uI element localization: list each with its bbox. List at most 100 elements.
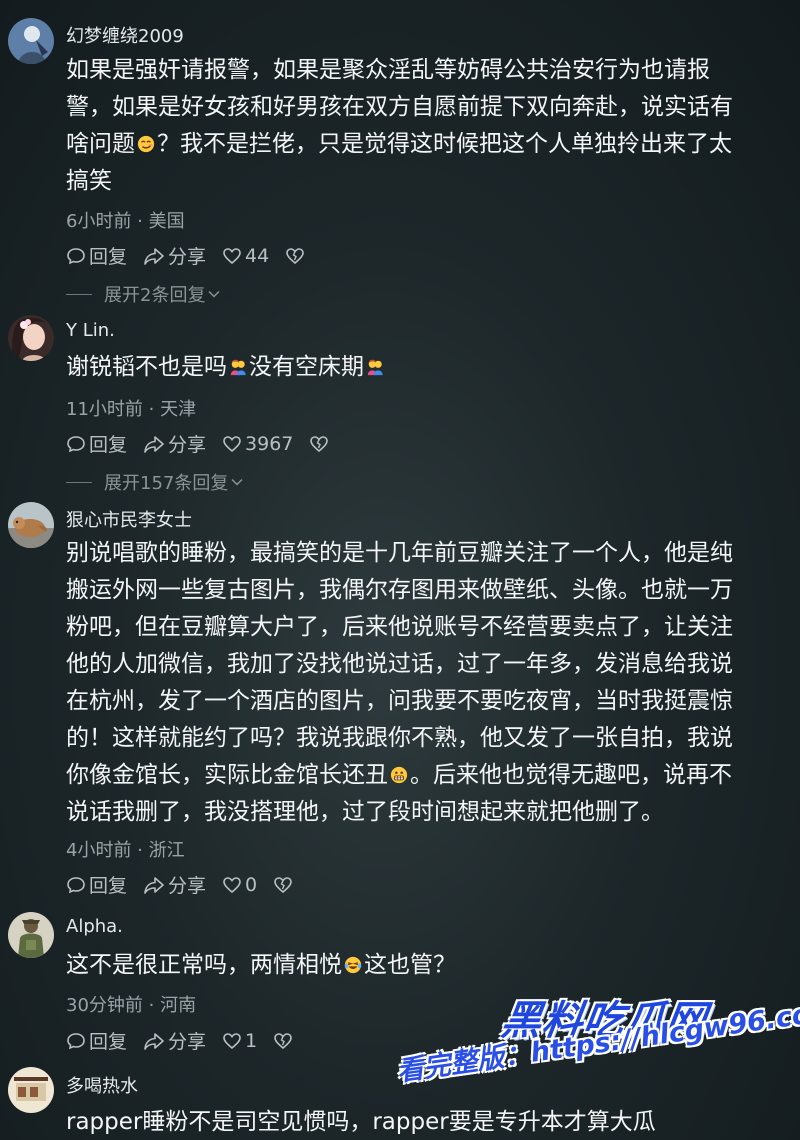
dislike-button[interactable] [273,875,293,895]
action-bar: 回复 分享 3967 [66,430,329,457]
watermark: 黑料吃瓜网 看完整版：https://hlcgw96.com [394,988,800,1118]
expand-replies[interactable]: 展开2条回复 [66,281,221,307]
reply-label: 回复 [89,434,128,456]
comment-fragment: 啥问题 [66,131,135,157]
username[interactable]: 狠心市民李女士 [66,506,192,532]
share-button[interactable]: 分享 [143,1027,206,1054]
chevron-down-icon [208,290,220,298]
like-count: 44 [245,244,270,267]
comment-line: 搬运外网一些复古图片，我偶尔存图用来做壁纸、头像。也就一万 [66,577,733,603]
heart-icon [223,247,241,264]
username[interactable]: Y Lin. [66,320,115,341]
avatar[interactable] [8,912,54,958]
comment-fragment: 你像金馆长，实际比金馆长还丑 [66,762,388,788]
share-icon [144,247,164,265]
share-button[interactable]: 分享 [143,430,206,457]
action-bar: 回复 分享 44 [66,242,305,269]
comment-line: 在杭州，发了一个酒店的图片，问我要不要吃夜宵，当时我挺震惊 [66,688,733,714]
share-label: 分享 [168,434,207,456]
comment-line: 谢锐韬不也是吗 没有空床期 [66,349,796,386]
like-count: 0 [245,873,258,896]
comment-line: 说话我删了，我没搭理他，过了段时间想起来就把他删了。 [66,799,664,825]
avatar[interactable] [8,18,54,64]
broken-heart-icon [310,435,329,452]
username[interactable]: 幻梦缠绕2009 [66,22,184,48]
reply-label: 回复 [89,875,128,897]
reply-label: 回复 [89,1031,128,1053]
share-label: 分享 [168,1031,207,1053]
like-count: 1 [245,1029,258,1052]
comment-line: 如果是强奸请报警，如果是聚众淫乱等妨碍公共治安行为也请报 [66,57,710,83]
comment-line: 你像金馆长，实际比金馆长还丑 。后来他也觉得无趣吧，说再不 [66,757,796,794]
couple-emoji [230,359,246,376]
comment-line: 他的人加微信，我加了没找他说过话，过了一年多，发消息给我说 [66,651,733,677]
comment-line: 别说唱歌的睡粉，最搞笑的是十几年前豆瓣关注了一个人，他是纯 [66,540,733,566]
reply-icon [67,1032,85,1049]
smirk-face-emoji [137,135,155,153]
comment-fragment: 没有空床期 [249,354,364,380]
comment-text: 这不是很正常吗，两情相悦 这也管？ [66,947,796,984]
dislike-button[interactable] [273,1031,293,1051]
reply-icon [67,247,85,264]
like-count: 3967 [245,432,294,455]
comment-line: 警，如果是好女孩和好男孩在双方自愿前提下双向奔赴，说实话有 [66,94,733,120]
action-bar: 回复 分享 0 [66,871,293,898]
comment-fragment: ？我不是拦佬，只是觉得这时候把这个人单独拎出来了太 [157,131,732,157]
reply-button[interactable]: 回复 [66,871,127,898]
username[interactable]: Alpha. [66,916,123,937]
share-icon [144,876,164,894]
dislike-button[interactable] [309,434,329,454]
share-icon [144,1032,164,1050]
avatar[interactable] [8,1067,54,1113]
heart-icon [223,1032,241,1049]
divider [66,481,92,483]
comment-text: 谢锐韬不也是吗 没有空床期 [66,349,796,386]
comment-line: 这不是很正常吗，两情相悦 这也管？ [66,947,796,984]
laugh-cry-emoji [344,956,362,974]
share-label: 分享 [168,875,207,897]
like-button[interactable]: 1 [222,1030,257,1052]
avatar[interactable] [8,315,54,361]
comment-fragment: 。后来他也觉得无趣吧，说再不 [410,762,732,788]
username[interactable]: 多喝热水 [66,1072,138,1098]
share-button[interactable]: 分享 [143,242,206,269]
comment-text: 别说唱歌的睡粉，最搞笑的是十几年前豆瓣关注了一个人，他是纯 搬运外网一些复古图片… [66,535,796,831]
heart-icon [223,876,241,893]
couple-emoji [367,359,383,376]
avatar[interactable] [8,502,54,548]
comment-meta: 4小时前 · 浙江 [66,840,185,861]
comment-fragment: 这不是很正常吗，两情相悦 [66,952,342,978]
broken-heart-icon [274,1032,292,1049]
expand-replies[interactable]: 展开157条回复 [66,469,244,495]
like-button[interactable]: 44 [222,245,269,267]
like-button[interactable]: 3967 [222,433,293,455]
comment-line: 啥问题 ？我不是拦佬，只是觉得这时候把这个人单独拎出来了太 [66,126,796,163]
comment-meta: 6小时前 · 美国 [66,211,185,232]
dislike-button[interactable] [285,246,305,266]
action-bar: 回复 分享 1 [66,1027,293,1054]
comment-fragment: 谢锐韬不也是吗 [66,354,227,380]
comment-text: 如果是强奸请报警，如果是聚众淫乱等妨碍公共治安行为也请报 警，如果是好女孩和好男… [66,52,796,200]
like-button[interactable]: 0 [222,874,257,896]
comment-meta: 30分钟前 · 河南 [66,995,197,1016]
comment-line: 搞笑 [66,168,112,194]
expand-label: 展开157条回复 [104,473,229,494]
heart-icon [223,435,241,452]
reply-icon [67,435,85,452]
reply-button[interactable]: 回复 [66,242,127,269]
expand-label: 展开2条回复 [104,285,206,306]
broken-heart-icon [286,247,305,264]
broken-heart-icon [274,876,292,893]
reply-button[interactable]: 回复 [66,430,127,457]
divider [66,293,92,295]
comment-line: 的！这样就能约了吗？我说我跟你不熟，他又发了一张自拍，我说 [66,725,733,751]
reply-label: 回复 [89,246,128,268]
comment-line: 粉吧，但在豆瓣算大户了，后来他说账号不经营要卖点了，让关注 [66,614,733,640]
comment-meta: 11小时前 · 天津 [66,399,197,420]
comment-fragment: 这也管？ [364,952,456,978]
share-label: 分享 [168,246,207,268]
grimace-face-emoji [390,766,408,784]
reply-button[interactable]: 回复 [66,1027,127,1054]
share-button[interactable]: 分享 [143,871,206,898]
share-icon [144,435,164,453]
